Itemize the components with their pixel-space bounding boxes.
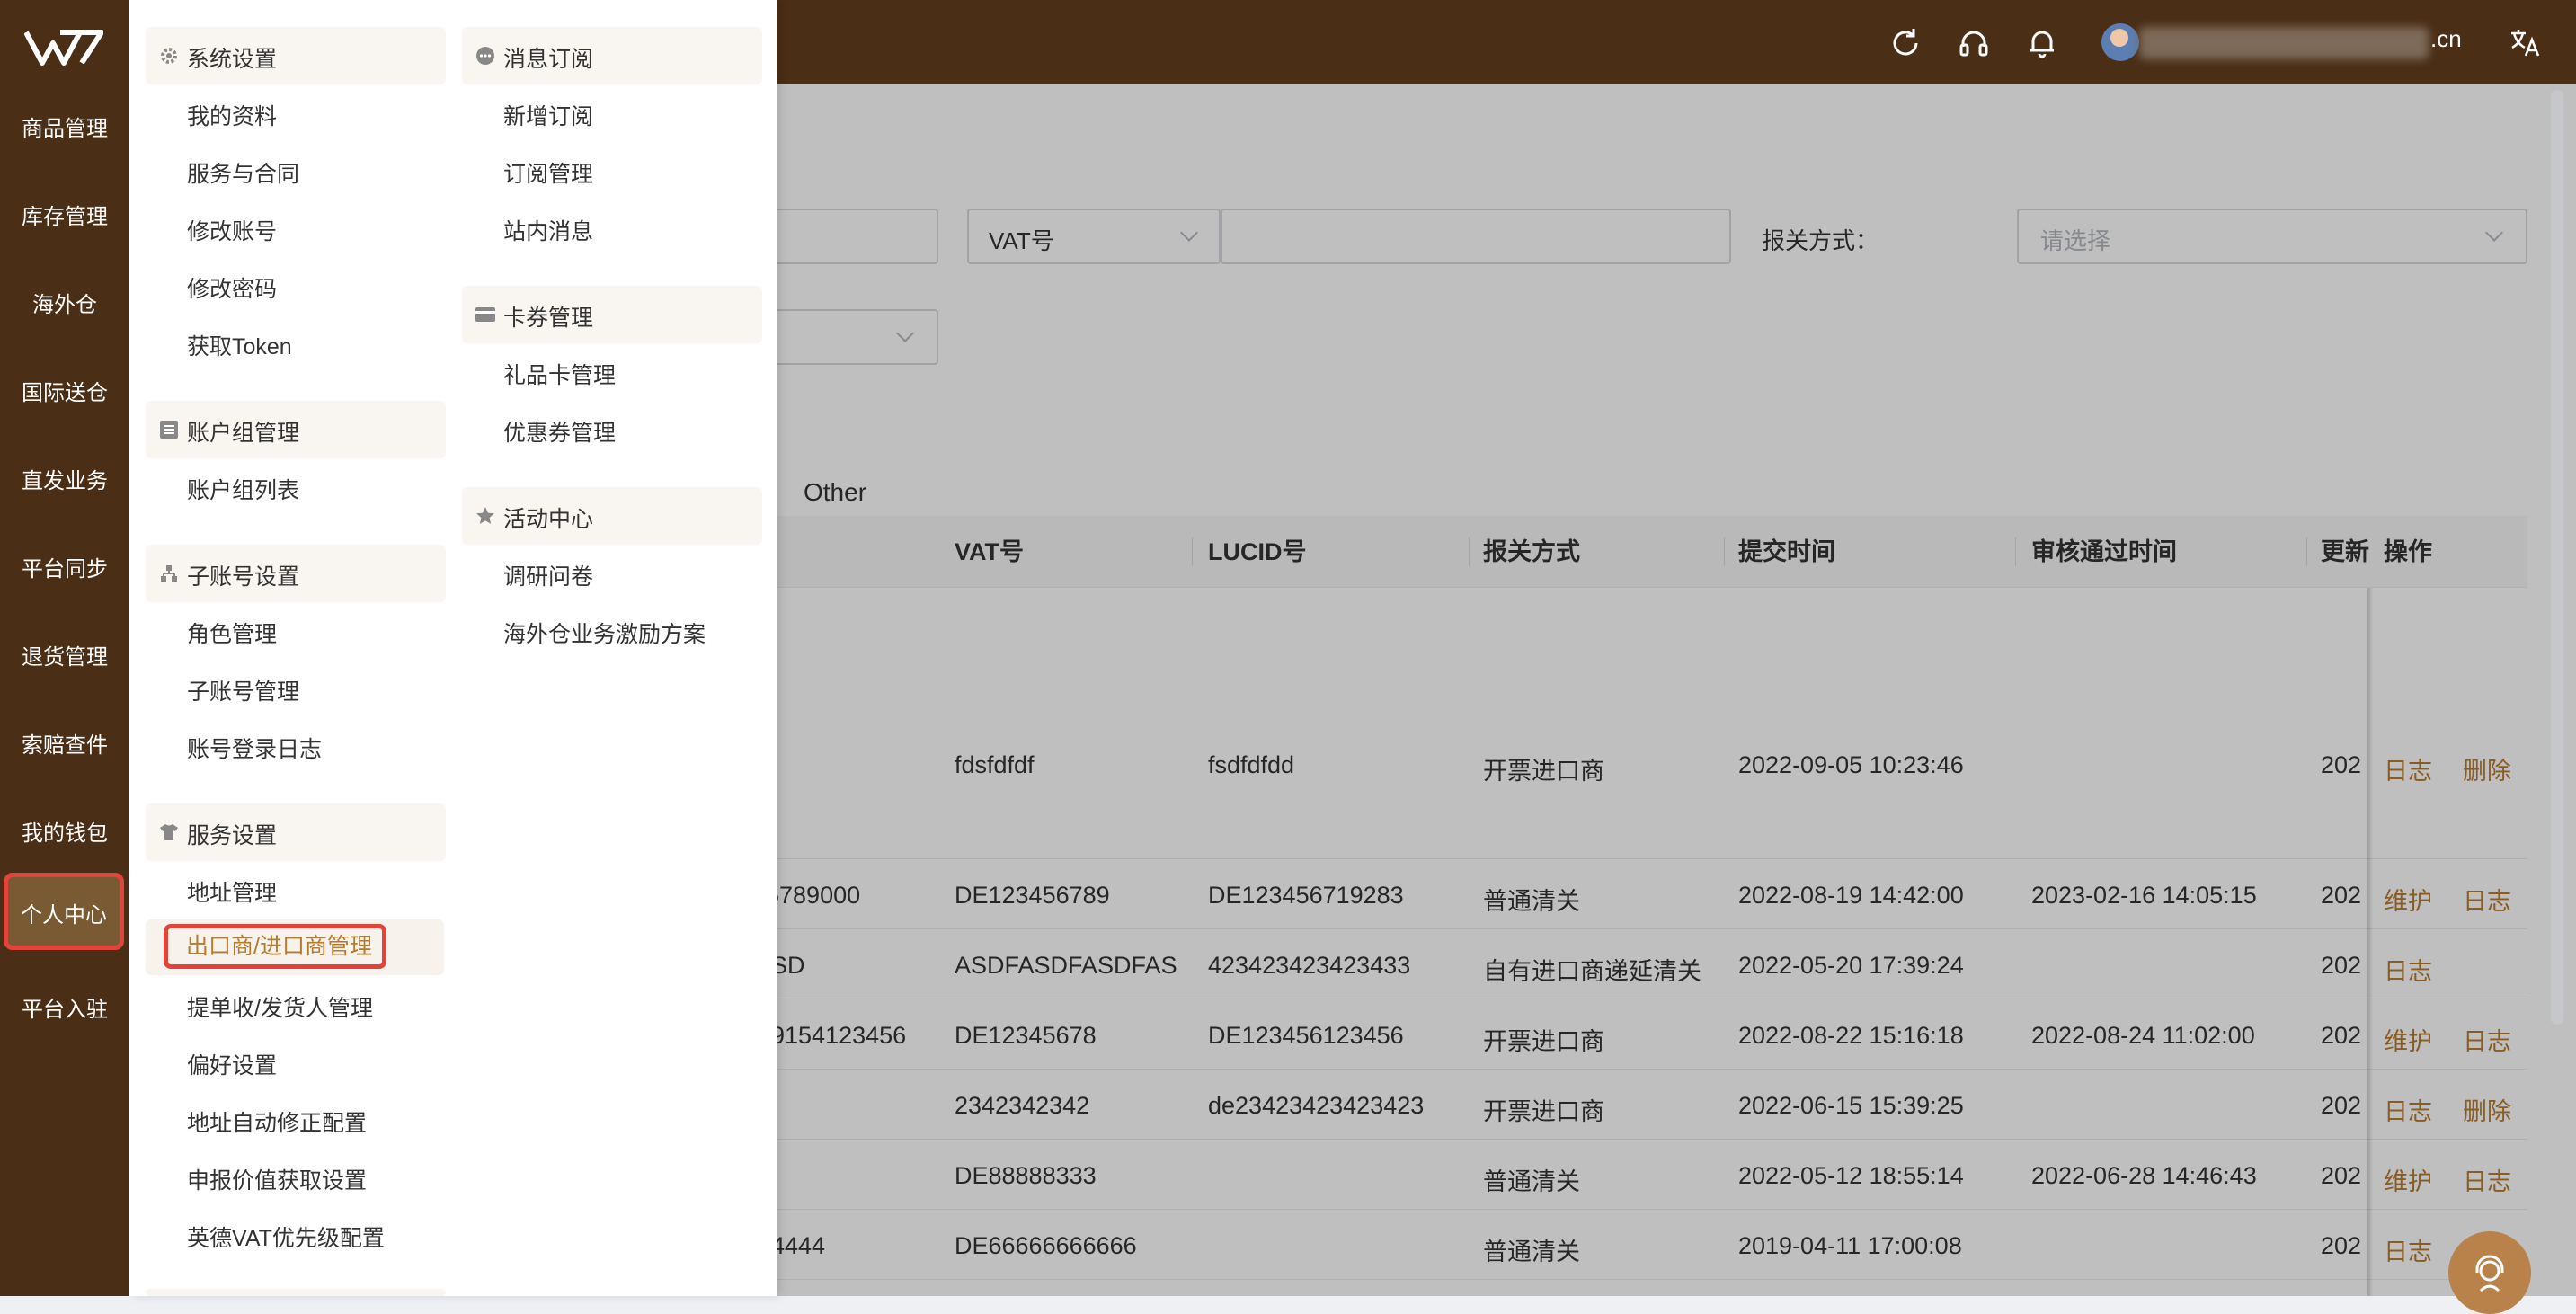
menu-group-label: 活动中心 xyxy=(503,507,594,532)
menu-item-preferences[interactable]: 偏好设置 xyxy=(187,1048,277,1080)
nav-item-product[interactable]: 商品管理 xyxy=(0,93,129,165)
scrollbar[interactable] xyxy=(2551,90,2563,1025)
org-icon xyxy=(161,565,177,582)
menu-group-activity-center[interactable]: 活动中心 xyxy=(462,487,762,545)
personal-center-menu: 系统设置 我的资料 服务与合同 修改账号 修改密码 获取Token 账户组管理 … xyxy=(129,0,777,1296)
menu-group-sub-accounts[interactable]: 子账号设置 xyxy=(146,545,446,602)
menu-group-service-settings[interactable]: 服务设置 xyxy=(146,803,446,861)
refresh-icon[interactable] xyxy=(1888,25,1923,61)
username-blurred xyxy=(2139,27,2429,59)
list-icon xyxy=(160,421,178,439)
menu-item-exporter-importer[interactable]: 出口商/进口商管理 xyxy=(164,924,386,969)
menu-item-address-management[interactable]: 地址管理 xyxy=(187,875,277,908)
menu-item-coupons[interactable]: 优惠券管理 xyxy=(503,415,616,448)
menu-item-subscription-management[interactable]: 订阅管理 xyxy=(503,156,593,189)
translate-icon[interactable] xyxy=(2508,25,2544,61)
menu-item-services-contracts[interactable]: 服务与合同 xyxy=(187,156,299,189)
star-icon xyxy=(476,507,494,524)
menu-item-site-messages[interactable]: 站内消息 xyxy=(503,214,593,246)
menu-group-label: 消息订阅 xyxy=(503,47,594,72)
nav-item-platform-onboarding[interactable]: 平台入驻 xyxy=(0,974,129,1046)
menu-item-declared-value[interactable]: 申报价值获取设置 xyxy=(187,1163,367,1195)
side-nav: 商品管理 库存管理 海外仓 国际送仓 直发业务 平台同步 退货管理 索赔查件 我… xyxy=(0,0,129,1296)
menu-item-add-subscription[interactable]: 新增订阅 xyxy=(503,99,593,131)
menu-item-get-token[interactable]: 获取Token xyxy=(187,329,292,361)
support-agent-icon xyxy=(2475,1255,2504,1292)
customer-service-button[interactable] xyxy=(2448,1231,2531,1314)
menu-item-login-log[interactable]: 账号登录日志 xyxy=(187,732,322,764)
menu-group-cards-coupons[interactable]: 卡券管理 xyxy=(462,286,762,343)
menu-item-vat-priority[interactable]: 英德VAT优先级配置 xyxy=(187,1221,385,1253)
menu-item-warehouse-incentive[interactable]: 海外仓业务激励方案 xyxy=(503,617,706,649)
headset-icon[interactable] xyxy=(1956,25,1992,61)
menu-item-change-account[interactable]: 修改账号 xyxy=(187,214,277,246)
menu-item-my-profile[interactable]: 我的资料 xyxy=(187,99,277,131)
avatar[interactable] xyxy=(2101,23,2139,61)
menu-item-bl-consignee[interactable]: 提单收/发货人管理 xyxy=(187,990,373,1023)
nav-item-wallet[interactable]: 我的钱包 xyxy=(0,798,129,870)
chat-icon xyxy=(476,47,494,65)
menu-group-account-groups[interactable]: 账户组管理 xyxy=(146,401,446,458)
nav-item-claims[interactable]: 索赔查件 xyxy=(0,710,129,782)
menu-group-label: 系统设置 xyxy=(187,47,278,72)
gear-icon xyxy=(161,48,177,64)
menu-group-label: 服务设置 xyxy=(187,823,278,848)
menu-group-label: 子账号设置 xyxy=(187,564,300,590)
nav-item-international-shipping[interactable]: 国际送仓 xyxy=(0,358,129,430)
menu-item-account-group-list[interactable]: 账户组列表 xyxy=(187,473,299,505)
nav-item-overseas-warehouse[interactable]: 海外仓 xyxy=(0,270,129,342)
user-domain[interactable]: .cn xyxy=(2430,25,2462,53)
nav-item-direct-shipping[interactable]: 直发业务 xyxy=(0,446,129,518)
menu-group-message-subscription[interactable]: 消息订阅 xyxy=(462,27,762,84)
menu-item-gift-cards[interactable]: 礼品卡管理 xyxy=(503,358,616,390)
menu-item-role-management[interactable]: 角色管理 xyxy=(187,617,277,649)
card-icon xyxy=(475,307,495,322)
bell-icon[interactable] xyxy=(2024,25,2060,61)
menu-group-partial xyxy=(146,1289,446,1296)
menu-item-sub-account-management[interactable]: 子账号管理 xyxy=(187,674,299,706)
menu-group-system-settings[interactable]: 系统设置 xyxy=(146,27,446,84)
menu-group-label: 卡券管理 xyxy=(503,306,594,331)
menu-item-address-autocorrect[interactable]: 地址自动修正配置 xyxy=(187,1105,367,1138)
nav-item-personal-center[interactable]: 个人中心 xyxy=(4,873,124,950)
shirt-icon xyxy=(160,824,178,840)
menu-item-change-password[interactable]: 修改密码 xyxy=(187,271,277,304)
nav-item-returns[interactable]: 退货管理 xyxy=(0,622,129,694)
nav-item-platform-sync[interactable]: 平台同步 xyxy=(0,534,129,606)
logo-icon[interactable] xyxy=(24,27,103,68)
nav-item-inventory[interactable]: 库存管理 xyxy=(0,182,129,253)
menu-item-survey[interactable]: 调研问卷 xyxy=(503,559,593,591)
menu-group-label: 账户组管理 xyxy=(187,421,300,446)
